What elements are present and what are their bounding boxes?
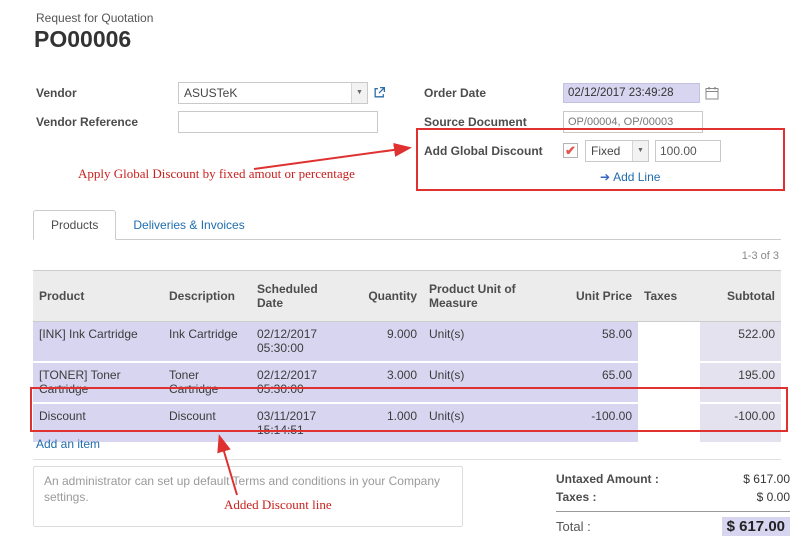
notebook-tabs: Products Deliveries & Invoices [33, 210, 781, 240]
cell-subtotal[interactable]: 522.00 [700, 322, 781, 362]
add-line-label: Add Line [613, 170, 660, 184]
tab-products[interactable]: Products [33, 210, 116, 240]
tab-deliveries-invoices[interactable]: Deliveries & Invoices [116, 211, 261, 239]
column-header-product[interactable]: Product [33, 271, 163, 322]
cell-subtotal[interactable]: 195.00 [700, 362, 781, 403]
chevron-down-icon: ▼ [356, 89, 363, 96]
source-document-label: Source Document [424, 115, 563, 129]
cell-uom[interactable]: Unit(s) [423, 322, 563, 362]
taxes-label: Taxes : [556, 490, 596, 504]
discount-type-value: Fixed [586, 141, 632, 161]
total-label: Total : [556, 519, 591, 534]
add-an-item-link[interactable]: Add an item [36, 437, 100, 451]
global-discount-label: Add Global Discount [424, 144, 563, 158]
discount-type-select[interactable]: Fixed ▼ [585, 140, 649, 162]
cell-taxes[interactable] [638, 322, 700, 362]
cell-taxes[interactable] [638, 362, 700, 403]
untaxed-amount-value: $ 617.00 [743, 472, 790, 486]
order-date-input[interactable]: 02/12/2017 23:49:28 [563, 83, 700, 103]
untaxed-amount-label: Untaxed Amount : [556, 472, 659, 486]
cell-quantity[interactable]: 3.000 [351, 362, 423, 403]
table-header-row: Product Description Scheduled Date Quant… [33, 271, 781, 322]
cell-unit-price[interactable]: 65.00 [563, 362, 638, 403]
breadcrumb: Request for Quotation [36, 11, 153, 25]
cell-product[interactable]: [INK] Ink Cartridge [33, 322, 163, 362]
source-document-input[interactable] [563, 111, 703, 133]
taxes-value: $ 0.00 [757, 490, 790, 504]
calendar-icon[interactable] [705, 86, 719, 100]
total-value: $ 617.00 [722, 517, 790, 536]
pager: 1-3 of 3 [742, 250, 779, 262]
vendor-label: Vendor [36, 86, 178, 100]
vendor-select[interactable]: ASUSTeK ▼ [178, 82, 368, 104]
order-date-label: Order Date [424, 86, 563, 100]
column-header-description[interactable]: Description [163, 271, 251, 322]
cell-scheduled-date[interactable]: 02/12/2017 05:30:00 [251, 362, 351, 403]
external-link-icon[interactable] [373, 86, 386, 99]
column-header-scheduled-date[interactable]: Scheduled Date [251, 271, 351, 322]
cell-uom[interactable]: Unit(s) [423, 362, 563, 403]
cell-product[interactable]: [TONER] Toner Cartridge [33, 362, 163, 403]
checkmark-icon: ✔ [565, 144, 576, 157]
add-item-row: Add an item [33, 432, 781, 460]
discount-type-dropdown-button[interactable]: ▼ [632, 141, 648, 161]
cell-quantity[interactable]: 9.000 [351, 322, 423, 362]
cell-description[interactable]: Ink Cartridge [163, 322, 251, 362]
table-row[interactable]: [TONER] Toner Cartridge Toner Cartridge … [33, 362, 781, 403]
cell-scheduled-date[interactable]: 02/12/2017 05:30:00 [251, 322, 351, 362]
add-line-link[interactable]: ➔Add Line [600, 170, 660, 184]
column-header-taxes[interactable]: Taxes [638, 271, 700, 322]
request-for-quotation-page: Request for Quotation PO00006 Vendor ASU… [0, 0, 810, 546]
annotation-global-discount-note: Apply Global Discount by fixed amout or … [78, 166, 355, 182]
vendor-reference-label: Vendor Reference [36, 115, 178, 129]
amount-summary: Untaxed Amount : $ 617.00 Taxes : $ 0.00… [556, 470, 790, 538]
page-title: PO00006 [34, 26, 131, 53]
form-right-column: Order Date 02/12/2017 23:49:28 Source Do… [424, 81, 796, 186]
vendor-select-value: ASUSTeK [179, 83, 351, 103]
column-header-uom[interactable]: Product Unit of Measure [423, 271, 563, 322]
chevron-down-icon: ▼ [637, 147, 644, 154]
arrow-right-icon: ➔ [600, 170, 610, 184]
table-row[interactable]: [INK] Ink Cartridge Ink Cartridge 02/12/… [33, 322, 781, 362]
cell-unit-price[interactable]: 58.00 [563, 322, 638, 362]
global-discount-checkbox[interactable]: ✔ [563, 143, 578, 158]
discount-amount-input[interactable] [655, 140, 721, 162]
summary-divider [556, 511, 790, 512]
annotation-discount-line-note: Added Discount line [224, 497, 332, 513]
column-header-quantity[interactable]: Quantity [351, 271, 423, 322]
vendor-dropdown-button[interactable]: ▼ [351, 83, 367, 103]
column-header-subtotal[interactable]: Subtotal [700, 271, 781, 322]
cell-description[interactable]: Toner Cartridge [163, 362, 251, 403]
form-left-column: Vendor ASUSTeK ▼ Vendor Reference [36, 81, 396, 139]
order-lines-table: Product Description Scheduled Date Quant… [33, 270, 781, 444]
vendor-reference-input[interactable] [178, 111, 378, 133]
column-header-unit-price[interactable]: Unit Price [563, 271, 638, 322]
